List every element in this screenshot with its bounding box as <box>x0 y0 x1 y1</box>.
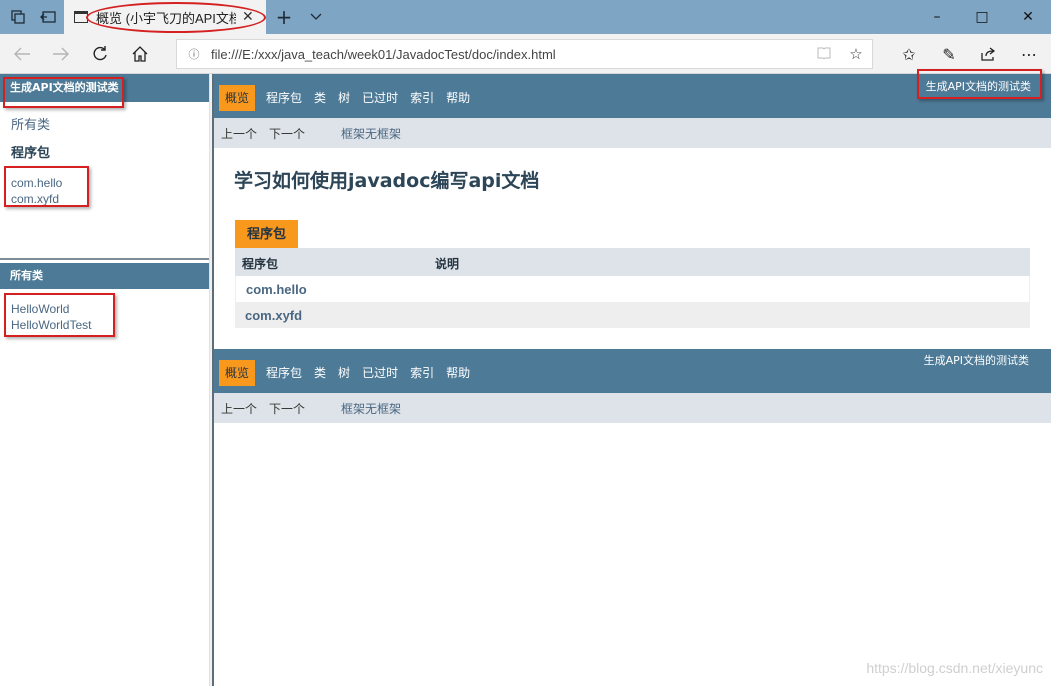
browser-tab[interactable]: 概览 (小宇飞刀的API文档) ✕ <box>64 0 266 34</box>
bottom-frames-link[interactable]: 框架 <box>341 400 365 417</box>
bottom-nav-list: 概览 程序包 类 树 已过时 索引 帮助 <box>219 360 476 386</box>
tab-title: 概览 (小宇飞刀的API文档) <box>96 10 236 26</box>
nav-tree[interactable]: 树 <box>332 85 356 111</box>
table-header: 程序包 说明 <box>235 248 1030 276</box>
nav-package[interactable]: 程序包 <box>260 85 308 111</box>
frames-link[interactable]: 框架 <box>341 125 365 142</box>
bottom-about-language: 生成API文档的测试类 <box>923 354 1029 367</box>
set-aside-tabs-icon[interactable] <box>32 0 64 34</box>
home-icon[interactable] <box>124 38 156 70</box>
new-tab-icon[interactable]: + <box>268 0 300 34</box>
nav-help[interactable]: 帮助 <box>440 85 476 111</box>
table-header-package: 程序包 <box>242 257 279 271</box>
nav-class[interactable]: 类 <box>308 85 332 111</box>
package-summary-table: 程序包 说明 com.hello com.xyfd <box>235 248 1030 328</box>
close-button[interactable]: ✕ <box>1005 0 1051 34</box>
left-top-header: 生成API文档的测试类 <box>0 74 209 102</box>
address-bar[interactable]: ⓘ file:///E:/xxx/java_teach/week01/Javad… <box>176 39 873 69</box>
package-table-caption: 程序包 <box>235 220 299 248</box>
navigation-bar: ⓘ file:///E:/xxx/java_teach/week01/Javad… <box>0 34 1051 74</box>
table-header-description: 说明 <box>435 257 460 271</box>
bottom-nav-help[interactable]: 帮助 <box>440 360 476 386</box>
bottom-sub-nav-bar: 上一个 下一个 框架 无框架 <box>214 393 1051 423</box>
all-classes-frame: 所有类 HelloWorld HelloWorldTest <box>0 260 209 686</box>
table-row: com.hello <box>235 276 1030 302</box>
bottom-nav-index[interactable]: 索引 <box>404 360 440 386</box>
title-bar: 概览 (小宇飞刀的API文档) ✕ + – □ ✕ <box>0 0 1051 34</box>
bottom-nav-deprecated[interactable]: 已过时 <box>356 360 404 386</box>
sub-nav-bar: 上一个 下一个 框架 无框架 <box>214 118 1051 148</box>
bottom-nav-tree[interactable]: 树 <box>332 360 356 386</box>
refresh-icon[interactable] <box>84 38 116 70</box>
tab-group-icon[interactable] <box>2 0 34 34</box>
table-row: com.xyfd <box>235 302 1030 328</box>
bottom-nav-class[interactable]: 类 <box>308 360 332 386</box>
package-link-com-hello[interactable]: com.hello <box>0 175 209 191</box>
no-frames-link[interactable]: 无框架 <box>365 125 401 142</box>
page-title: 学习如何使用javadoc编写api文档 <box>234 170 540 192</box>
reading-view-icon[interactable] <box>808 45 840 63</box>
class-link-helloworld[interactable]: HelloWorld <box>0 301 209 317</box>
info-icon[interactable]: ⓘ <box>177 46 211 62</box>
packages-heading: 程序包 <box>11 146 51 161</box>
bottom-next-text: 下一个 <box>269 401 306 416</box>
class-link-helloworldtest[interactable]: HelloWorldTest <box>0 317 209 333</box>
prev-text: 上一个 <box>221 126 258 141</box>
bottom-no-frames-link[interactable]: 无框架 <box>365 400 401 417</box>
about-language: 生成API文档的测试类 <box>925 80 1031 93</box>
share-icon[interactable] <box>973 38 1005 70</box>
favorite-star-icon[interactable]: ☆ <box>840 45 872 63</box>
pen-icon[interactable]: ✎ <box>933 38 965 70</box>
minimize-button[interactable]: – <box>914 0 960 34</box>
favorites-icon[interactable]: ✩ <box>893 38 925 70</box>
page-icon <box>74 11 88 23</box>
next-text: 下一个 <box>269 126 306 141</box>
package-list-frame: 生成API文档的测试类 所有类 程序包 com.hello com.xyfd <box>0 74 209 260</box>
top-nav-list: 概览 程序包 类 树 已过时 索引 帮助 <box>219 85 476 111</box>
nav-overview: 概览 <box>219 85 256 111</box>
nav-deprecated[interactable]: 已过时 <box>356 85 404 111</box>
tab-close-icon[interactable]: ✕ <box>242 9 254 25</box>
bottom-nav-package[interactable]: 程序包 <box>260 360 308 386</box>
top-nav-bar: 概览 程序包 类 树 已过时 索引 帮助 生成API文档的测试类 <box>214 74 1051 118</box>
address-text[interactable]: file:///E:/xxx/java_teach/week01/Javadoc… <box>211 47 808 62</box>
more-icon[interactable]: ⋯ <box>1013 38 1045 70</box>
left-bottom-header: 所有类 <box>0 263 209 289</box>
maximize-button[interactable]: □ <box>959 0 1005 34</box>
nav-index[interactable]: 索引 <box>404 85 440 111</box>
package-summary-link-com-hello[interactable]: com.hello <box>246 282 307 297</box>
forward-icon[interactable] <box>45 38 77 70</box>
package-link-com-xyfd[interactable]: com.xyfd <box>0 191 209 207</box>
package-summary-link-com-xyfd[interactable]: com.xyfd <box>245 308 302 323</box>
all-classes-link[interactable]: 所有类 <box>0 114 209 133</box>
back-icon[interactable] <box>6 38 38 70</box>
bottom-nav-overview: 概览 <box>219 360 256 386</box>
bottom-prev-text: 上一个 <box>221 401 258 416</box>
main-frame: 概览 程序包 类 树 已过时 索引 帮助 生成API文档的测试类 上一个 下一个… <box>214 74 1051 686</box>
watermark: https://blog.csdn.net/xieyunc <box>866 660 1043 676</box>
chevron-down-icon[interactable] <box>300 0 332 34</box>
bottom-nav-bar: 概览 程序包 类 树 已过时 索引 帮助 生成API文档的测试类 <box>214 349 1051 393</box>
